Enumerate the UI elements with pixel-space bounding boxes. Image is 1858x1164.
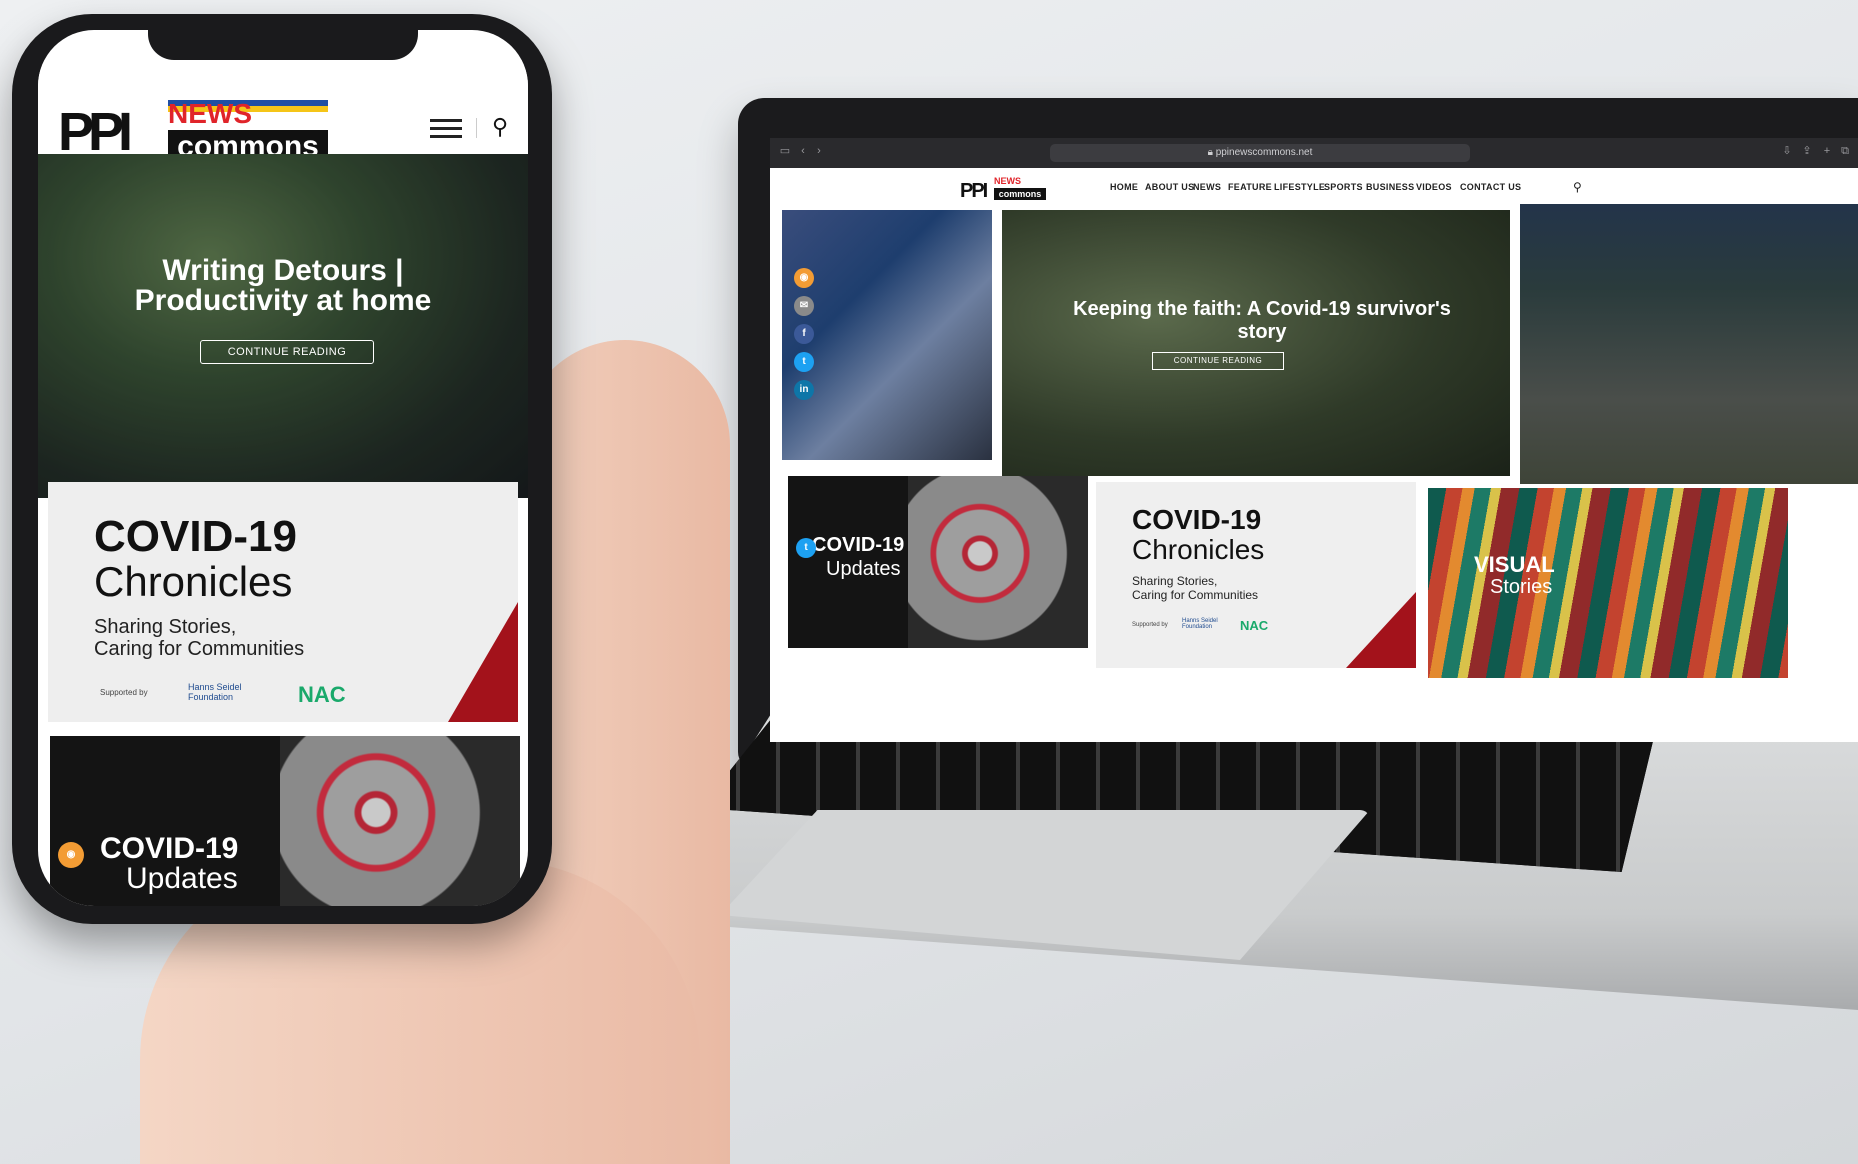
visual-card-title: VISUAL [1474,552,1555,577]
header-divider [476,118,477,138]
nac-logo: NAC [1240,618,1269,633]
lock-icon: 🔒︎ [1207,147,1216,158]
chronicles-title2: Chronicles [1132,534,1265,565]
chronicles-tagline2: Caring for Communities [1132,588,1259,602]
tabs-icon[interactable]: ⧉ [1838,144,1852,158]
m-chronicles-tagline2: Caring for Communities [94,638,305,660]
mobile-logo-news: NEWS [168,98,252,129]
nav-news[interactable]: NEWS [1193,182,1221,192]
m-red-corner [448,602,518,722]
card-covid-chronicles[interactable]: COVID-19 Chronicles Sharing Stories, Car… [1096,482,1416,668]
covid-card-subtitle: Updates [826,558,901,580]
nav-about[interactable]: ABOUT US [1145,182,1194,192]
mobile-continue-reading-button[interactable]: CONTINUE READING [200,340,374,364]
covid-card-title: COVID-19 [812,534,905,556]
supported-by-label: Supported by [1132,622,1168,628]
share-icon[interactable]: ⇪ [1800,144,1814,158]
nav-videos[interactable]: VIDEOS [1416,182,1452,192]
hamburger-menu-icon[interactable] [430,114,462,143]
m-virus-image [280,736,520,906]
url-text: ppinewscommons.net [1215,147,1313,158]
visual-card-subtitle: Stories [1490,576,1553,598]
back-icon[interactable]: ‹ [796,144,810,158]
m-covid-title: COVID-19 [100,832,239,865]
twitter-icon[interactable]: t [794,352,814,372]
m-hanns-seidel-logo: Hanns Seidel Foundation [188,682,242,702]
phone-screen: PPI NEWS commons ⚲ Writing Detours | Pro… [38,30,528,906]
chronicles-title1: COVID-19 [1132,504,1262,535]
sidebar-icon[interactable]: ▭ [778,144,792,158]
laptop-screen: ▭ ‹ › 🔒︎ ppinewscommons.net ⇩ ⇪ + ⧉ PPI … [770,138,1858,742]
hero-overlay [38,154,528,498]
red-corner [1346,592,1416,668]
browser-toolbar: ▭ ‹ › 🔒︎ ppinewscommons.net ⇩ ⇪ + ⧉ [770,138,1858,168]
hero-tile-island[interactable] [1520,204,1858,484]
mobile-hero[interactable]: Writing Detours | Productivity at home C… [38,154,528,498]
chronicles-tagline1: Sharing Stories, [1132,574,1218,588]
m-supported-by-label: Supported by [100,688,148,697]
virus-image [908,476,1088,648]
phone-notch [148,30,418,60]
m-chronicles-tagline1: Sharing Stories, [94,616,237,638]
logo-mark: PPI [960,180,988,202]
rss-icon[interactable]: ◉ [794,268,814,288]
card-visual-stories[interactable]: VISUAL Stories [1428,488,1788,678]
nav-sports[interactable]: SPORTS [1324,182,1363,192]
twitter-float-icon[interactable]: t [796,538,816,558]
nav-home[interactable]: HOME [1110,182,1138,192]
m-nac-logo: NAC [298,682,346,707]
linkedin-icon[interactable]: in [794,380,814,400]
new-tab-icon[interactable]: + [1820,144,1834,158]
m-chronicles-title2: Chronicles [94,558,293,605]
forward-icon[interactable]: › [812,144,826,158]
logo-news: NEWS [994,176,1046,186]
m-covid-subtitle: Updates [126,862,238,895]
nav-contact[interactable]: CONTACT US [1460,182,1521,192]
nav-lifestyle[interactable]: LIFESTYLE [1274,182,1325,192]
m-rss-icon[interactable]: ◉ [58,842,84,868]
nav-feature[interactable]: FEATURE [1228,182,1272,192]
hanns-seidel-logo: Hanns Seidel Foundation [1182,618,1218,630]
address-bar[interactable]: 🔒︎ ppinewscommons.net [1050,144,1470,162]
download-icon[interactable]: ⇩ [1780,144,1794,158]
mobile-search-icon[interactable]: ⚲ [492,114,508,140]
logo-commons: commons [994,188,1046,200]
m-chronicles-title1: COVID-19 [94,512,297,561]
card-covid-updates[interactable]: COVID-19 Updates [788,476,1088,648]
hero-title[interactable]: Keeping the faith: A Covid-19 survivor's… [1062,298,1462,344]
continue-reading-button[interactable]: CONTINUE READING [1152,352,1284,370]
nav-business[interactable]: BUSINESS [1366,182,1414,192]
mobile-card-covid-chronicles[interactable]: COVID-19 Chronicles Sharing Stories, Car… [48,482,518,722]
facebook-icon[interactable]: f [794,324,814,344]
search-icon[interactable]: ⚲ [1573,180,1582,194]
hero-tile-featured[interactable]: Keeping the faith: A Covid-19 survivor's… [1002,210,1510,476]
mobile-hero-title-line2[interactable]: Productivity at home [58,284,508,319]
site-logo[interactable]: PPI NEWS commons [960,176,1048,202]
email-icon[interactable]: ✉ [794,296,814,316]
mobile-card-covid-updates[interactable]: COVID-19 Updates ◉ [50,736,520,906]
